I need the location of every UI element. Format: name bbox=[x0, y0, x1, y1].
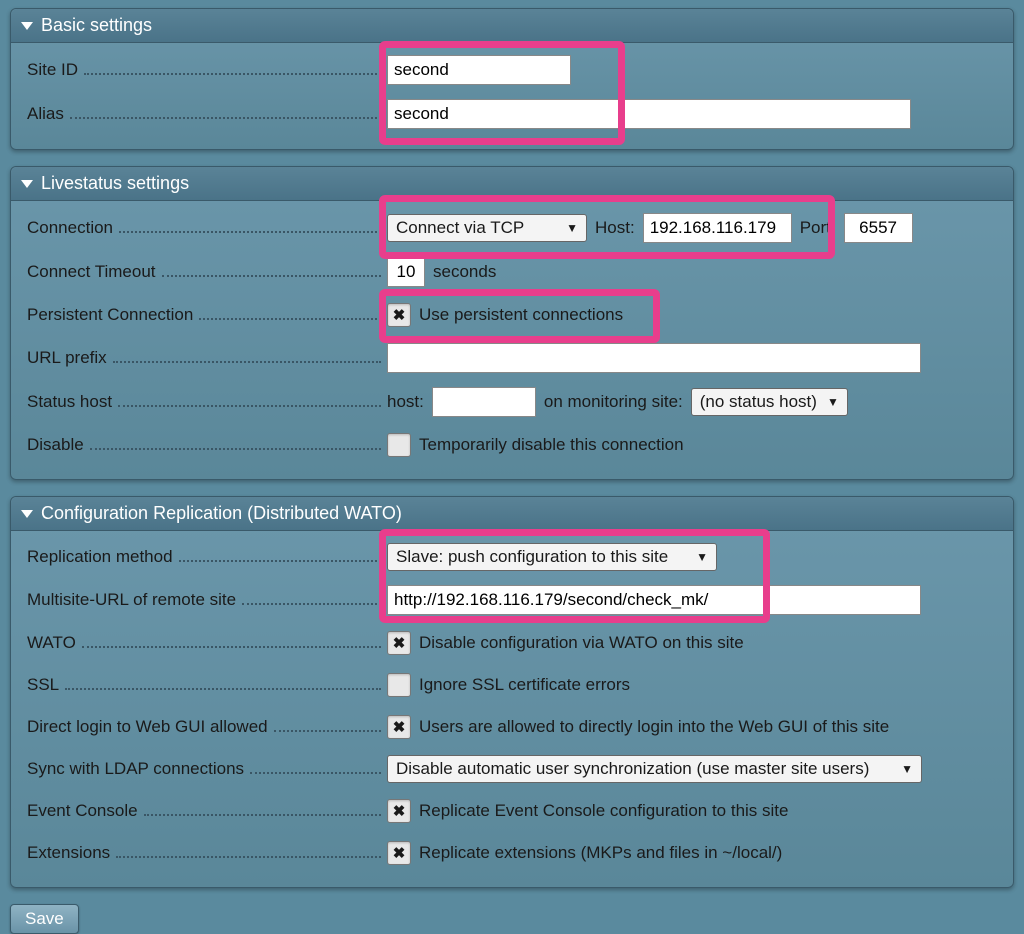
label-multisite-url: Multisite-URL of remote site bbox=[27, 590, 236, 610]
select-connection-method[interactable]: Connect via TCP▼ bbox=[387, 214, 587, 242]
select-status-host-site[interactable]: (no status host)▼ bbox=[691, 388, 848, 416]
label-ssl-checkbox: Ignore SSL certificate errors bbox=[419, 675, 630, 695]
label-site-id: Site ID bbox=[27, 60, 78, 80]
chevron-down-icon: ▼ bbox=[817, 395, 839, 409]
label-disable: Disable bbox=[27, 435, 84, 455]
label-connect-timeout: Connect Timeout bbox=[27, 262, 156, 282]
panel-header-livestatus[interactable]: Livestatus settings bbox=[11, 167, 1013, 201]
chevron-down-icon: ▼ bbox=[686, 550, 708, 564]
label-extensions-checkbox: Replicate extensions (MKPs and files in … bbox=[419, 843, 782, 863]
label-seconds: seconds bbox=[433, 262, 496, 282]
select-ldap-sync[interactable]: Disable automatic user synchronization (… bbox=[387, 755, 922, 783]
label-on-monitoring-site: on monitoring site: bbox=[544, 392, 683, 412]
checkbox-ssl[interactable] bbox=[387, 673, 411, 697]
label-status-host: Status host bbox=[27, 392, 112, 412]
chevron-down-icon: ▼ bbox=[891, 762, 913, 776]
input-url-prefix[interactable] bbox=[387, 343, 921, 373]
panel-basic-settings: Basic settings Site ID Alias bbox=[10, 8, 1014, 150]
label-replication-method: Replication method bbox=[27, 547, 173, 567]
label-host: Host: bbox=[595, 218, 635, 238]
panel-title-replication: Configuration Replication (Distributed W… bbox=[41, 503, 402, 524]
panel-header-replication[interactable]: Configuration Replication (Distributed W… bbox=[11, 497, 1013, 531]
input-multisite-url[interactable] bbox=[387, 585, 921, 615]
label-ldap-sync: Sync with LDAP connections bbox=[27, 759, 244, 779]
checkbox-event-console[interactable]: ✖ bbox=[387, 799, 411, 823]
label-event-console-checkbox: Replicate Event Console configuration to… bbox=[419, 801, 788, 821]
input-timeout[interactable] bbox=[387, 257, 425, 287]
checkbox-persistent[interactable]: ✖ bbox=[387, 303, 411, 327]
label-event-console: Event Console bbox=[27, 801, 138, 821]
save-button[interactable]: Save bbox=[10, 904, 79, 934]
label-persistent-checkbox: Use persistent connections bbox=[419, 305, 623, 325]
label-direct-login-checkbox: Users are allowed to directly login into… bbox=[419, 717, 889, 737]
panel-header-basic[interactable]: Basic settings bbox=[11, 9, 1013, 43]
panel-title-basic: Basic settings bbox=[41, 15, 152, 36]
chevron-down-icon: ▼ bbox=[556, 221, 578, 235]
input-alias[interactable] bbox=[387, 99, 911, 129]
checkbox-wato[interactable]: ✖ bbox=[387, 631, 411, 655]
panel-configuration-replication: Configuration Replication (Distributed W… bbox=[10, 496, 1014, 888]
input-site-id[interactable] bbox=[387, 55, 571, 85]
label-direct-login: Direct login to Web GUI allowed bbox=[27, 717, 268, 737]
select-replication-method[interactable]: Slave: push configuration to this site▼ bbox=[387, 543, 717, 571]
input-status-host[interactable] bbox=[432, 387, 536, 417]
label-wato-checkbox: Disable configuration via WATO on this s… bbox=[419, 633, 744, 653]
label-port: Port: bbox=[800, 218, 836, 238]
label-disable-checkbox: Temporarily disable this connection bbox=[419, 435, 684, 455]
chevron-down-icon bbox=[21, 22, 33, 30]
checkbox-disable[interactable] bbox=[387, 433, 411, 457]
panel-livestatus-settings: Livestatus settings Connection Connect v… bbox=[10, 166, 1014, 480]
chevron-down-icon bbox=[21, 510, 33, 518]
label-persistent-connection: Persistent Connection bbox=[27, 305, 193, 325]
chevron-down-icon bbox=[21, 180, 33, 188]
label-wato: WATO bbox=[27, 633, 76, 653]
label-url-prefix: URL prefix bbox=[27, 348, 107, 368]
checkbox-extensions[interactable]: ✖ bbox=[387, 841, 411, 865]
label-status-host-host: host: bbox=[387, 392, 424, 412]
label-extensions: Extensions bbox=[27, 843, 110, 863]
label-alias: Alias bbox=[27, 104, 64, 124]
checkbox-direct-login[interactable]: ✖ bbox=[387, 715, 411, 739]
input-port[interactable] bbox=[844, 213, 913, 243]
input-host[interactable] bbox=[643, 213, 792, 243]
label-connection: Connection bbox=[27, 218, 113, 238]
panel-title-livestatus: Livestatus settings bbox=[41, 173, 189, 194]
label-ssl: SSL bbox=[27, 675, 59, 695]
